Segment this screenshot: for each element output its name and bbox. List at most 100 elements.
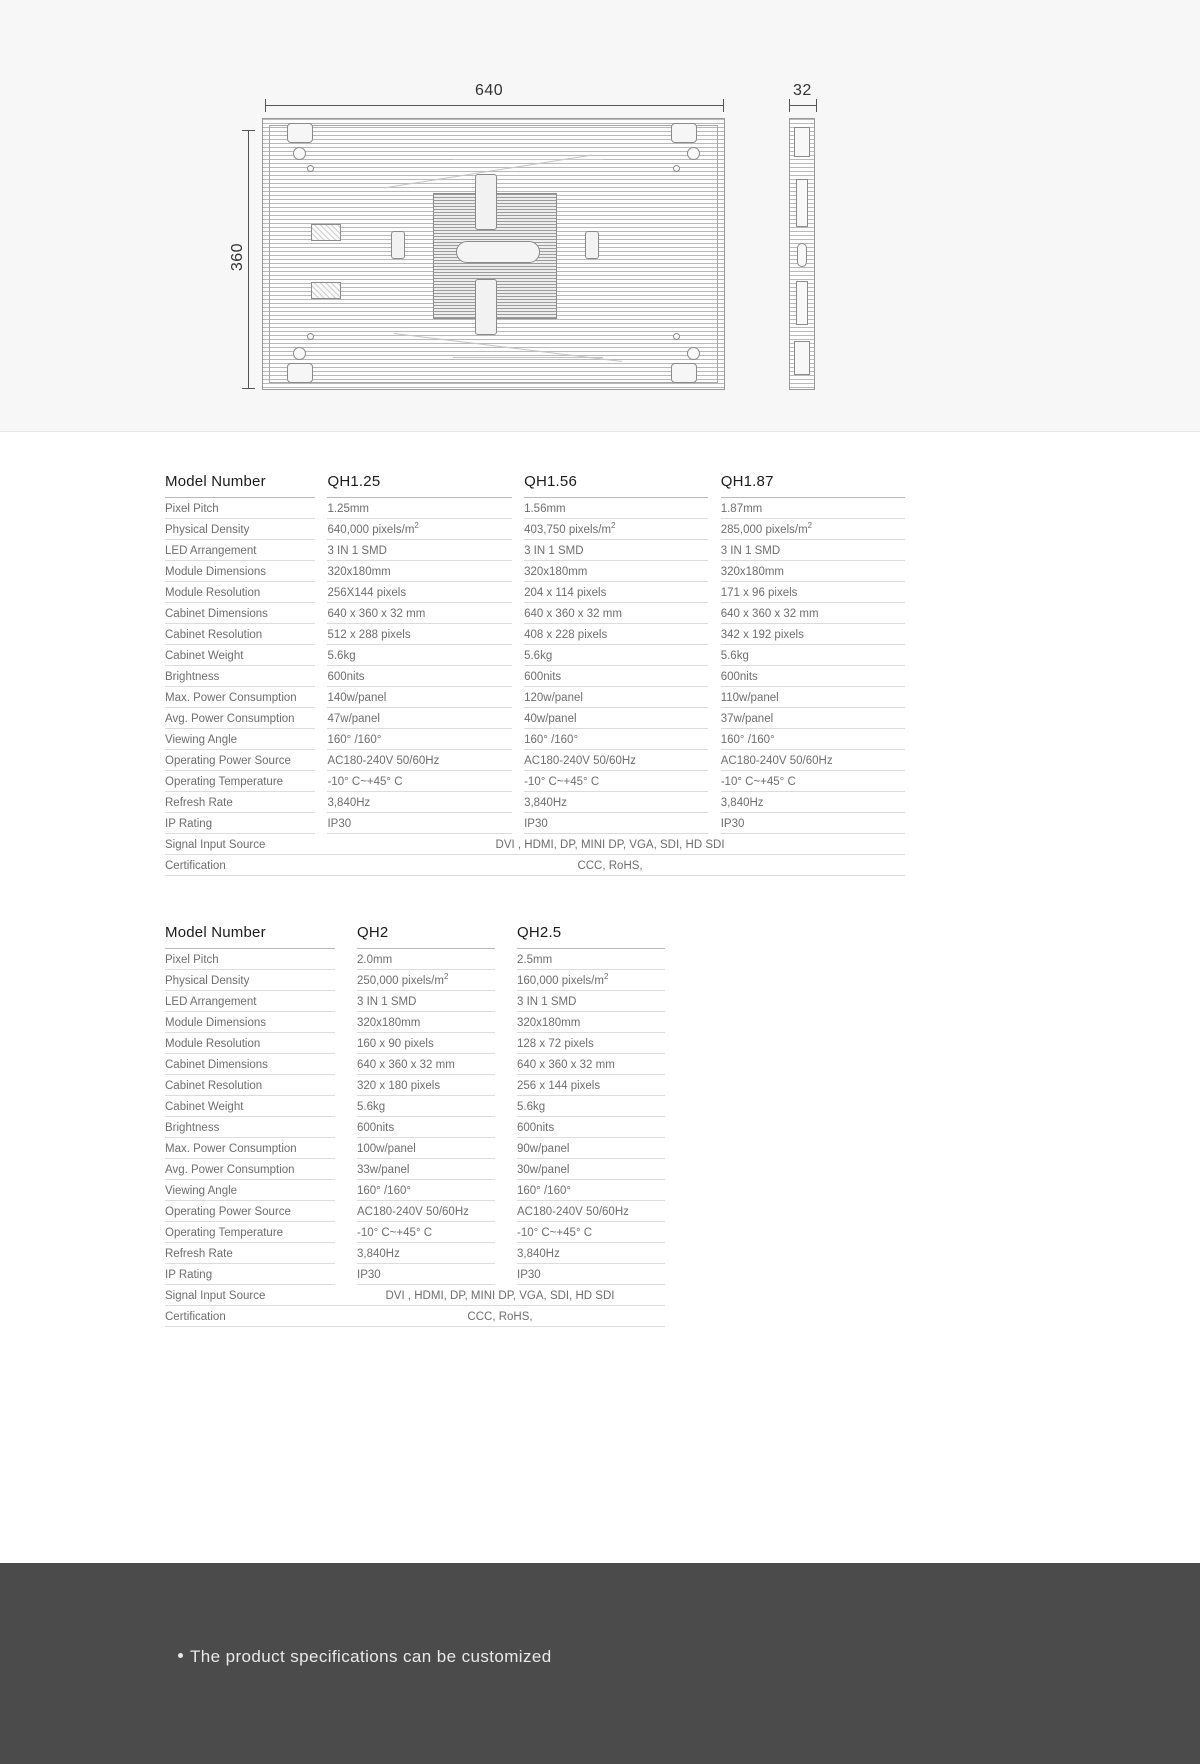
model-name-header: QH1.87 (720, 473, 905, 498)
table-row: Pixel Pitch 2.0mm 2.5mm (165, 948, 665, 970)
row-value: 320x180mm (524, 560, 709, 582)
row-label: Avg. Power Consumption (165, 707, 316, 729)
row-spacer (512, 708, 524, 729)
row-spacer (708, 645, 720, 666)
row-value: 3 IN 1 SMD (327, 539, 512, 561)
dimension-label-height: 360 (229, 242, 246, 272)
row-spacer (495, 949, 517, 970)
row-spacer (708, 813, 720, 834)
row-spacer (512, 666, 524, 687)
table-row: Max. Power Consumption 140w/panel 120w/pan… (165, 686, 905, 708)
header-spacer (335, 924, 357, 949)
row-label: IP Rating (165, 812, 316, 834)
row-label: Viewing Angle (165, 1179, 335, 1201)
row-value: 640 x 360 x 32 mm (357, 1053, 495, 1075)
corner-lug-bottom-right (671, 363, 697, 383)
dimension-tick-height-bottom (242, 388, 255, 389)
row-spacer (335, 1012, 357, 1033)
row-value: 600nits (357, 1116, 495, 1138)
screw-top-right (687, 147, 700, 160)
screw-small-top-right (673, 165, 680, 172)
model-name-header: QH2 (357, 924, 495, 949)
drawing-stage: 640 32 360 (0, 0, 1200, 432)
row-value: -10° C~+45° C (524, 770, 709, 792)
table-row-merged: Certification CCC, RoHS, (165, 1305, 665, 1327)
latch-left (391, 231, 405, 259)
row-value: AC180-240V 50/60Hz (357, 1200, 495, 1222)
row-value: -10° C~+45° C (327, 770, 512, 792)
row-value: AC180-240V 50/60Hz (720, 749, 905, 771)
dimension-line-depth (789, 105, 816, 106)
superscript: 2 (414, 521, 419, 531)
row-spacer (512, 498, 524, 519)
row-label: Module Resolution (165, 581, 316, 603)
row-spacer (512, 687, 524, 708)
table-header-row: Model Number QH1.25 QH1.56 QH1.87 (165, 473, 905, 498)
row-spacer (315, 708, 327, 729)
table-row: Operating Temperature -10° C~+45° C -10° C… (165, 770, 905, 792)
row-label: Module Dimensions (165, 1011, 335, 1033)
row-spacer (335, 1054, 357, 1075)
model-number-header: Model Number (165, 924, 335, 949)
row-spacer (495, 1222, 517, 1243)
table-row: Viewing Angle 160° /160° 160° /160° 160° /1… (165, 728, 905, 750)
header-spacer (512, 473, 524, 498)
screw-small-top-left (307, 165, 314, 172)
row-value-merged: CCC, RoHS, (315, 854, 905, 876)
table-row: Operating Power Source AC180-240V 50/60Hz… (165, 749, 905, 771)
row-value: -10° C~+45° C (720, 770, 905, 792)
row-value: 40w/panel (524, 707, 709, 729)
table-row: Module Resolution 160 x 90 pixels 128 x 72… (165, 1032, 665, 1054)
row-value: AC180-240V 50/60Hz (517, 1200, 665, 1222)
corner-lug-bottom-left (287, 363, 313, 383)
corner-lug-top-right (671, 123, 697, 143)
table-row: Viewing Angle 160° /160° 160° /160° (165, 1179, 665, 1201)
row-label: Max. Power Consumption (165, 686, 316, 708)
footer-bar: The product specifications can be custom… (0, 1563, 1200, 1764)
row-value: 600nits (524, 665, 709, 687)
row-label: Module Dimensions (165, 560, 316, 582)
side-detail-bottom (794, 341, 810, 375)
screw-bottom-right (687, 347, 700, 360)
row-spacer (512, 729, 524, 750)
row-spacer (315, 645, 327, 666)
row-value: 600nits (720, 665, 905, 687)
row-spacer (315, 498, 327, 519)
row-value: 5.6kg (524, 644, 709, 666)
row-value: 1.56mm (524, 497, 709, 519)
row-spacer (495, 1159, 517, 1180)
row-value: 320x180mm (517, 1011, 665, 1033)
row-label: Cabinet Dimensions (165, 1053, 335, 1075)
row-value: 90w/panel (517, 1137, 665, 1159)
row-spacer (495, 970, 517, 991)
row-value: 1.87mm (720, 497, 905, 519)
row-value: 204 x 114 pixels (524, 581, 709, 603)
row-spacer (708, 561, 720, 582)
table-row: Module Resolution 256X144 pixels 204 x 114… (165, 581, 905, 603)
row-value: 285,000 pixels/m2 (720, 518, 905, 540)
row-spacer (708, 666, 720, 687)
row-spacer (512, 519, 524, 540)
row-spacer (335, 1159, 357, 1180)
header-spacer (495, 924, 517, 949)
row-value: 320 x 180 pixels (357, 1074, 495, 1096)
row-value: 600nits (517, 1116, 665, 1138)
row-label: Cabinet Weight (165, 644, 316, 666)
row-spacer (708, 687, 720, 708)
row-value: 640,000 pixels/m2 (327, 518, 512, 540)
row-spacer (335, 949, 357, 970)
screw-bottom-left (293, 347, 306, 360)
table-row: Cabinet Resolution 512 x 288 pixels 408 x … (165, 623, 905, 645)
row-value: 640 x 360 x 32 mm (327, 602, 512, 624)
row-spacer (512, 813, 524, 834)
dimension-tick-height-top (242, 130, 255, 131)
spec-table-2: Model Number QH2 QH2.5 Pixel Pitch 2.0mm 2.5m… (165, 924, 665, 1327)
table-row: Module Dimensions 320x180mm 320x180mm (165, 1011, 665, 1033)
row-spacer (495, 1033, 517, 1054)
model-name-header: QH2.5 (517, 924, 665, 949)
row-label: Operating Power Source (165, 749, 316, 771)
row-spacer (495, 1117, 517, 1138)
row-spacer (495, 1201, 517, 1222)
model-name-header: QH1.56 (524, 473, 709, 498)
row-label: Operating Power Source (165, 1200, 335, 1222)
